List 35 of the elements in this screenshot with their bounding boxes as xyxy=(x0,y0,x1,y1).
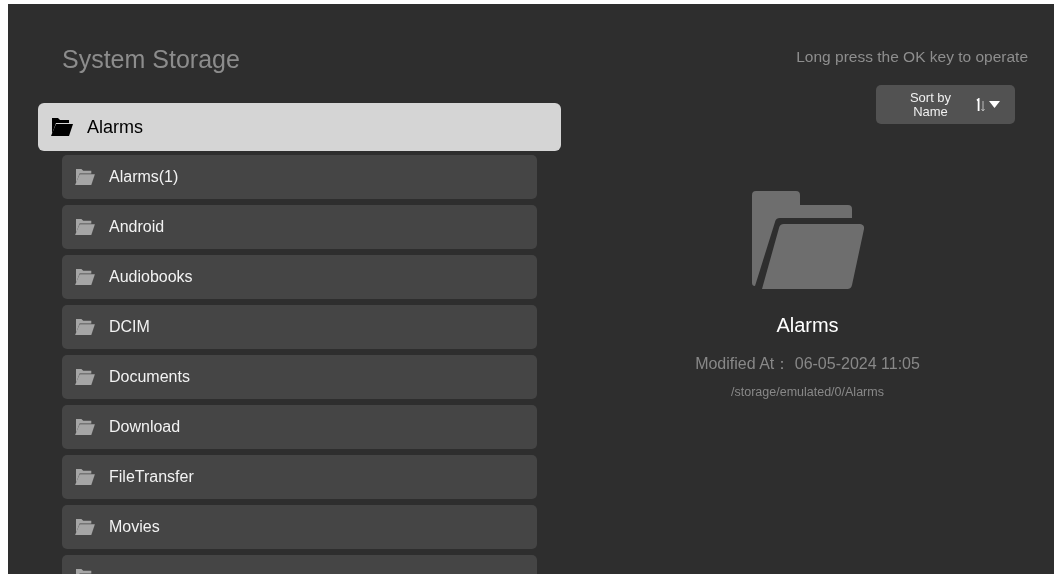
folder-icon xyxy=(74,318,96,336)
folder-name: Alarms(1) xyxy=(109,168,179,186)
folder-name: DCIM xyxy=(109,318,150,336)
folder-name: FileTransfer xyxy=(109,468,194,486)
folder-name: Alarms xyxy=(87,116,143,138)
folder-name: Android xyxy=(109,218,165,236)
folder-name: Documents xyxy=(109,368,190,386)
folder-item[interactable]: Download xyxy=(62,405,537,449)
folder-name: Download xyxy=(109,418,181,436)
folder-icon xyxy=(751,191,864,289)
caret-icon xyxy=(988,101,1000,108)
folder-item[interactable]: Documents xyxy=(62,355,537,399)
folder-item[interactable]: Audiobooks xyxy=(62,255,537,299)
folder-item[interactable]: Alarms(1) xyxy=(62,155,537,199)
hint-text: Long press the OK key to operate xyxy=(796,48,1028,66)
folder-item[interactable]: Alarms xyxy=(38,103,561,151)
folder-name: Alarms xyxy=(776,314,839,337)
page-title: System Storage xyxy=(62,45,240,74)
folder-icon xyxy=(50,117,74,137)
folder-name: Movies xyxy=(109,518,160,536)
folder-icon xyxy=(74,418,96,436)
folder-icon xyxy=(74,218,96,236)
folder-icon xyxy=(74,168,96,186)
folder-path: /storage/emulated/0/Alarms xyxy=(731,385,884,399)
folder-item[interactable]: Movies xyxy=(62,505,537,549)
folder-item[interactable]: Android xyxy=(62,205,537,249)
folder-icon xyxy=(74,468,96,486)
folder-icon xyxy=(74,518,96,536)
folder-name: Audiobooks xyxy=(109,268,193,286)
sort-dropdown[interactable]: Sort by Name xyxy=(876,85,1015,124)
modified-date: Modified At： 06-05-2024 11:05 xyxy=(695,354,920,374)
folder-item[interactable]: FileTransfer xyxy=(62,455,537,499)
folder-icon xyxy=(74,268,96,286)
folder-icon xyxy=(74,368,96,386)
folder-item[interactable]: DCIM xyxy=(62,305,537,349)
